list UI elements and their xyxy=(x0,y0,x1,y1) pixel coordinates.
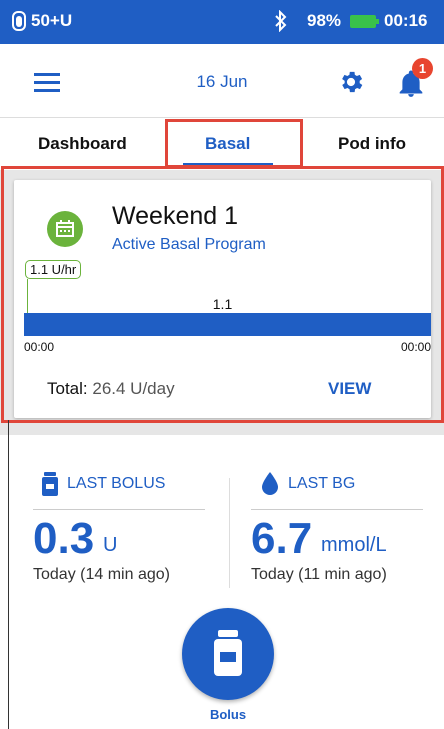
notification-badge: 1 xyxy=(412,58,433,79)
last-bolus-unit: U xyxy=(103,534,118,556)
last-bolus-divider xyxy=(33,509,205,510)
bolus-vial-icon xyxy=(212,630,244,681)
last-bg-value: 6.7 xyxy=(251,514,313,563)
blood-drop-icon xyxy=(261,472,279,501)
battery-percent: 98% xyxy=(307,11,342,30)
pod-icon xyxy=(12,11,26,31)
vial-icon xyxy=(41,472,59,501)
bolus-button[interactable] xyxy=(182,608,274,700)
pod-status-text: 50+U xyxy=(31,11,73,30)
app-header: 16 Jun 1 xyxy=(0,44,444,118)
last-bg-section[interactable]: LAST BG 6.7 mmol/L Today (11 min ago) xyxy=(251,470,431,590)
tab-highlight-box xyxy=(165,119,303,168)
last-bolus-value: 0.3 xyxy=(33,514,95,563)
last-bolus-time: Today (14 min ago) xyxy=(33,566,170,583)
last-bolus-label: LAST BOLUS xyxy=(67,475,166,492)
last-bg-divider xyxy=(251,509,423,510)
last-bg-label: LAST BG xyxy=(288,475,356,492)
notification-bell-icon[interactable]: 1 xyxy=(398,58,433,103)
bluetooth-icon xyxy=(274,9,288,37)
battery-icon xyxy=(350,15,379,28)
last-bolus-section[interactable]: LAST BOLUS 0.3 U Today (14 min ago) xyxy=(33,470,213,590)
header-date: 16 Jun xyxy=(196,72,248,91)
gear-icon[interactable] xyxy=(337,68,365,101)
left-edge-line xyxy=(8,420,9,729)
clock: 00:16 xyxy=(384,11,428,30)
tab-dashboard[interactable]: Dashboard xyxy=(38,134,127,154)
bolus-button-label: Bolus xyxy=(209,707,247,722)
last-bg-unit: mmol/L xyxy=(321,534,387,556)
last-bg-time: Today (11 min ago) xyxy=(251,566,387,583)
tab-pod-info[interactable]: Pod info xyxy=(338,134,406,154)
status-bar: 50+U 98% 00:16 xyxy=(0,0,444,44)
section-divider xyxy=(229,478,230,588)
card-highlight-box xyxy=(1,166,444,423)
